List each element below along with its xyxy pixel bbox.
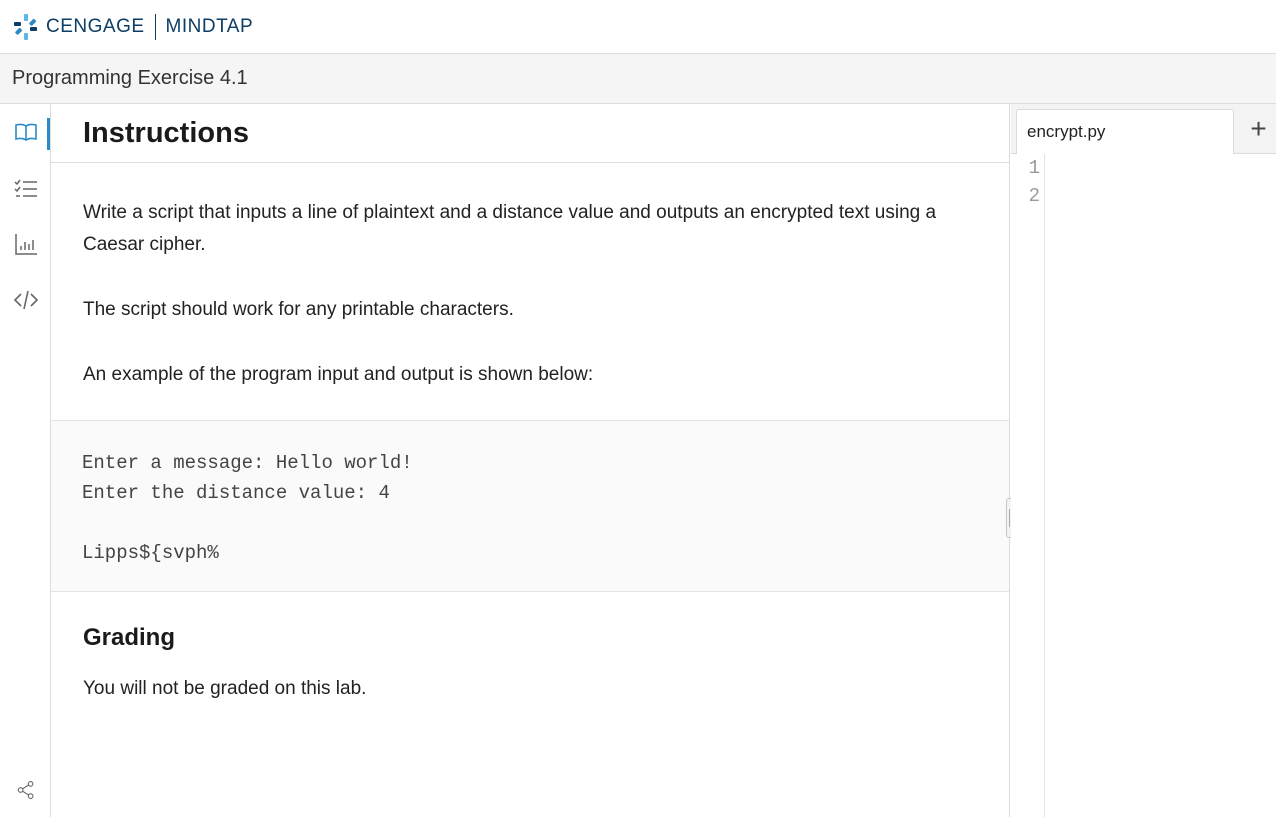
file-tab-encrypt[interactable]: encrypt.py: [1016, 109, 1234, 154]
grading-section: Grading You will not be graded on this l…: [83, 624, 366, 700]
instruction-paragraph: Write a script that inputs a line of pla…: [83, 202, 937, 255]
cengage-logo-icon: [14, 13, 37, 40]
editor-tab-bar: encrypt.py +: [1011, 104, 1276, 154]
example-line: Lipps${svph%: [82, 542, 219, 564]
brand-name: CENGAGE: [46, 15, 145, 37]
line-number-gutter: 1 2: [1011, 154, 1045, 817]
checklist-icon: [13, 179, 37, 197]
instructions-body: Write a script that inputs a line of pla…: [51, 163, 1009, 391]
grading-title: Grading: [83, 624, 176, 651]
line-number: 1: [1028, 157, 1040, 179]
example-line: Enter a message: Hello world!: [82, 452, 413, 474]
product-name: MINDTAP: [165, 15, 254, 37]
example-line: [82, 508, 978, 538]
rail-item-share[interactable]: [0, 768, 51, 812]
book-icon: [14, 123, 37, 141]
chart-icon: [14, 234, 37, 255]
instruction-paragraph: The script should work for any printable…: [83, 299, 514, 320]
grading-text: You will not be graded on this lab.: [83, 678, 367, 699]
page-title: Programming Exercise 4.1: [12, 67, 248, 89]
title-bar: Programming Exercise 4.1: [0, 54, 1276, 104]
instructions-title: Instructions: [83, 116, 249, 149]
side-rail: [0, 104, 51, 817]
rail-item-instructions[interactable]: [0, 110, 51, 154]
instruction-paragraph: An example of the program input and outp…: [83, 364, 594, 385]
share-icon: [17, 781, 33, 799]
example-code-block: Enter a message: Hello world! Enter the …: [51, 420, 1009, 592]
rail-item-code[interactable]: [0, 278, 51, 322]
brand-bar: CENGAGE MINDTAP: [0, 0, 1276, 54]
rail-item-results[interactable]: [0, 222, 51, 266]
add-file-button[interactable]: +: [1241, 110, 1276, 148]
instructions-panel: Instructions Write a script that inputs …: [51, 104, 1010, 817]
rail-item-tasks[interactable]: [0, 166, 51, 210]
line-number: 2: [1028, 185, 1040, 207]
code-icon: [13, 290, 38, 310]
instructions-header: Instructions: [51, 104, 1009, 163]
brand-divider: [154, 13, 156, 40]
example-line: Enter the distance value: 4: [82, 482, 390, 504]
code-editor: encrypt.py + 1 2: [1011, 104, 1276, 817]
code-input-area[interactable]: [1046, 154, 1276, 817]
